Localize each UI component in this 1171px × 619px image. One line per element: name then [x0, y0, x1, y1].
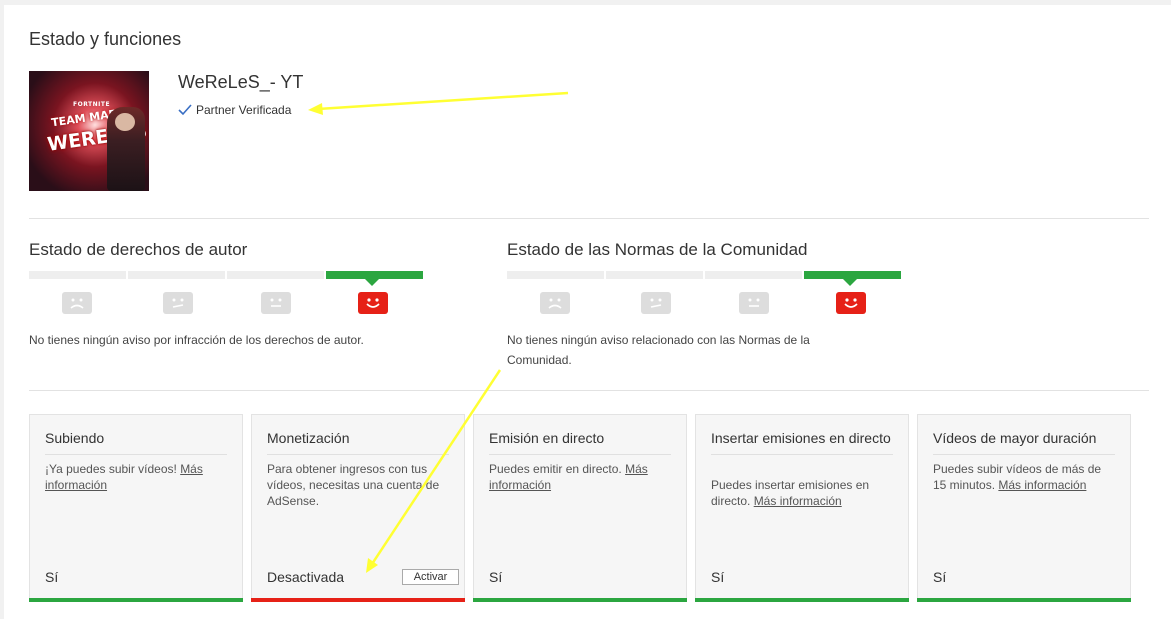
card-status: Sí [711, 569, 725, 585]
feature-card-monetization: Monetización Para obtener ingresos con t… [251, 414, 465, 602]
feature-card-embed-live: Insertar emisiones en directo Puedes ins… [695, 414, 909, 602]
card-title: Monetización [267, 430, 449, 455]
card-status: Desactivada [267, 569, 345, 585]
card-status-bar [29, 598, 243, 602]
card-body: Para obtener ingresos con tus vídeos, ne… [267, 461, 449, 509]
card-title: Emisión en directo [489, 430, 671, 455]
card-title: Subiendo [45, 430, 227, 455]
card-status-bar [473, 598, 687, 602]
neutral-face-icon [739, 292, 769, 314]
channel-avatar: FORTNITE TEAM MAFIA WERELES [29, 71, 149, 191]
card-body: ¡Ya puedes subir vídeos! Más información [45, 461, 227, 493]
card-title: Vídeos de mayor duración [933, 430, 1115, 455]
feature-card-longer-videos: Vídeos de mayor duración Puedes subir ví… [917, 414, 1131, 602]
card-status-bar [695, 598, 909, 602]
card-title: Insertar emisiones en directo [711, 430, 893, 455]
sad-face-icon [163, 292, 193, 314]
more-info-link[interactable]: Más información [754, 494, 842, 508]
more-info-link[interactable]: Más información [998, 478, 1086, 492]
sad-face-icon [641, 292, 671, 314]
very-sad-face-icon [62, 292, 92, 314]
page-title: Estado y funciones [29, 29, 182, 49]
divider-top [29, 218, 1149, 219]
happy-face-icon [358, 292, 388, 314]
community-description-line1: No tienes ningún aviso relacionado con l… [507, 333, 810, 347]
community-description-line2: Comunidad. [507, 353, 572, 367]
card-status-bar [917, 598, 1131, 602]
community-bar-segment [705, 271, 802, 279]
community-bar-segment-active [804, 271, 901, 279]
copyright-bar-segment [227, 271, 324, 279]
card-status: Sí [45, 569, 59, 585]
copyright-bar-segment [128, 271, 225, 279]
card-body-text: Para obtener ingresos con tus vídeos, ne… [267, 462, 440, 508]
activate-button[interactable]: Activar [402, 569, 459, 585]
community-description: No tienes ningún aviso relacionado con l… [507, 330, 810, 370]
partner-status: Partner Verificada [178, 103, 291, 117]
copyright-description: No tienes ningún aviso por infracción de… [29, 333, 364, 347]
neutral-face-icon [261, 292, 291, 314]
feature-card-live-streaming: Emisión en directo Puedes emitir en dire… [473, 414, 687, 602]
card-status: Sí [489, 569, 503, 585]
copyright-status-bar [29, 271, 423, 279]
happy-face-icon [836, 292, 866, 314]
copyright-bar-segment [29, 271, 126, 279]
card-body-text: Puedes emitir en directo. [489, 462, 626, 476]
check-icon [178, 104, 192, 116]
channel-name: WeReLeS_- YT [178, 72, 304, 92]
partner-status-label: Partner Verificada [196, 103, 292, 117]
card-body: Puedes subir vídeos de más de 15 minutos… [933, 461, 1115, 493]
community-bar-segment [507, 271, 604, 279]
feature-card-uploading: Subiendo ¡Ya puedes subir vídeos! Más in… [29, 414, 243, 602]
community-title: Estado de las Normas de la Comunidad [507, 240, 808, 259]
card-status-bar [251, 598, 465, 602]
copyright-active-marker [365, 279, 379, 286]
community-status-bar [507, 271, 901, 279]
card-body: Puedes emitir en directo. Más informació… [489, 461, 671, 493]
very-sad-face-icon [540, 292, 570, 314]
copyright-title: Estado de derechos de autor [29, 240, 248, 259]
community-active-marker [843, 279, 857, 286]
card-body-text: ¡Ya puedes subir vídeos! [45, 462, 181, 476]
avatar-character [107, 107, 145, 191]
copyright-bar-segment-active [326, 271, 423, 279]
avatar-logo-small: FORTNITE [73, 101, 111, 108]
card-body: Puedes insertar emisiones en directo. Má… [711, 477, 893, 509]
card-status: Sí [933, 569, 947, 585]
community-bar-segment [606, 271, 703, 279]
divider-bottom [29, 390, 1149, 391]
